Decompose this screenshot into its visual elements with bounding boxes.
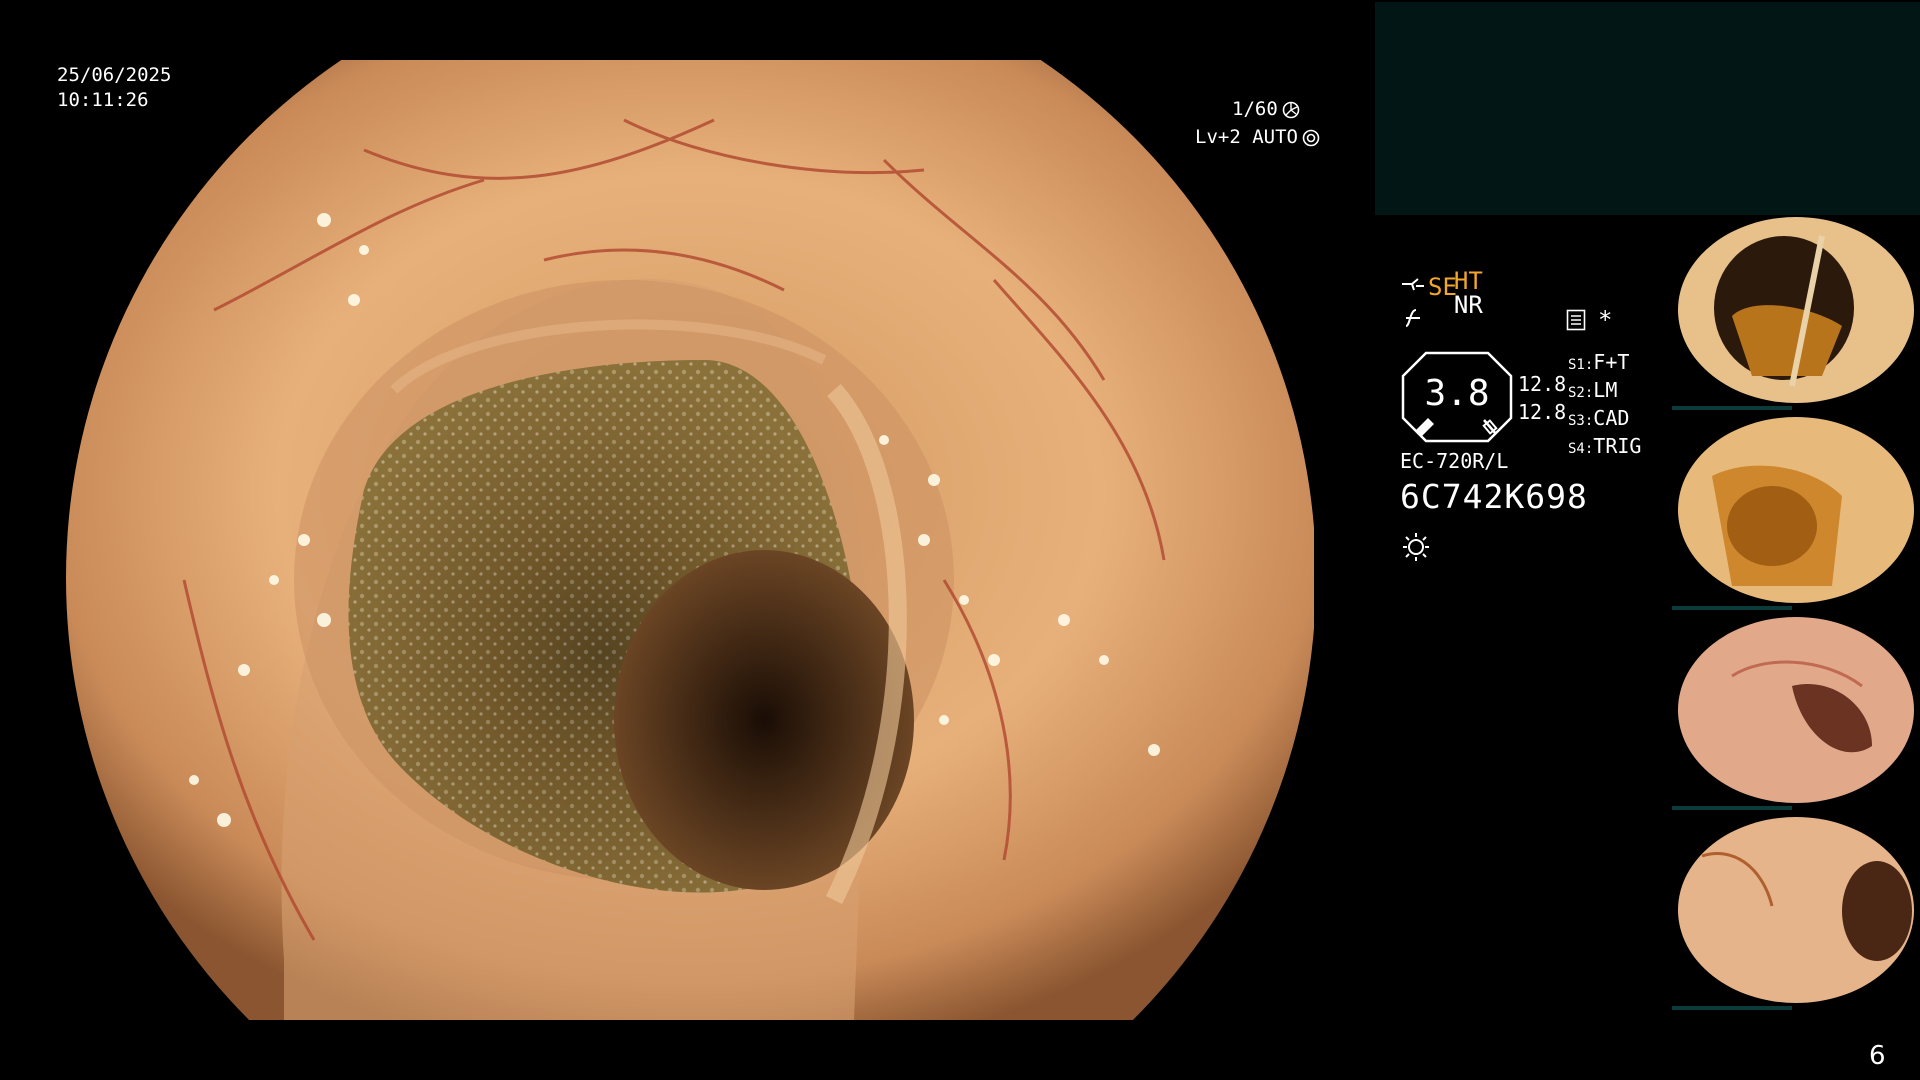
- thumbnail-2[interactable]: [1672, 416, 1920, 604]
- stat-1: 12.8: [1518, 372, 1567, 396]
- thumbnail-1-bar: [1672, 406, 1792, 410]
- thumbnail-image-1: [1672, 216, 1920, 404]
- thumbnail-image-2: [1672, 416, 1920, 604]
- switch-row-4: S4:TRIG: [1568, 434, 1642, 458]
- auto-icon: [1302, 129, 1320, 146]
- thumbnail-2-bar: [1672, 606, 1792, 610]
- shutter-indicator: 1/60: [1232, 100, 1300, 119]
- switch-list: S1:F+T S2:LM S3:CAD S4:TRIG: [1568, 350, 1641, 462]
- scope-se-icon: [1402, 278, 1424, 291]
- endoscopy-image: [66, 60, 1314, 1020]
- endoscope-main-view: [64, 60, 1314, 1020]
- thumbnail-4[interactable]: [1672, 816, 1920, 1004]
- switch-row-2: S2:LM: [1568, 378, 1618, 402]
- level-value: Lv+2 AUTO: [1195, 126, 1298, 148]
- gauge: 3.8: [1400, 350, 1514, 444]
- scope-serial: 6C742K698: [1400, 477, 1588, 516]
- light-icon: [1403, 533, 1429, 561]
- exam-time: 10:11:26: [57, 89, 149, 111]
- thumbnail-image-3: [1672, 616, 1920, 804]
- mode-se: SE: [1428, 273, 1457, 301]
- level-indicator: Lv+2 AUTO: [1195, 128, 1320, 147]
- thumbnail-3[interactable]: [1672, 616, 1920, 804]
- switch-row-3: S3:CAD: [1568, 406, 1630, 430]
- thumbnail-image-4: [1672, 816, 1920, 1004]
- switch-row-1: S1:F+T: [1568, 350, 1630, 374]
- thumbnail-1[interactable]: [1672, 216, 1920, 404]
- thumbnail-4-bar: [1672, 1006, 1792, 1010]
- thumbnail-3-bar: [1672, 806, 1792, 810]
- scope-model: EC-720R/L: [1400, 449, 1509, 473]
- mode-nr: NR: [1453, 291, 1483, 319]
- memo-icon: [1566, 309, 1586, 331]
- asterisk-mark: *: [1598, 306, 1613, 334]
- se-row: SE: [1400, 275, 1457, 299]
- stat-2: 12.8: [1518, 400, 1567, 424]
- shutter-icon: [1282, 101, 1300, 118]
- exam-date: 25/06/2025: [57, 64, 172, 86]
- gauge-value: 3.8: [1424, 373, 1490, 414]
- info-panel: [1375, 2, 1920, 215]
- page-number: 6: [1869, 1041, 1886, 1071]
- shutter-value: 1/60: [1232, 98, 1278, 120]
- freeze-icon: [1405, 309, 1420, 327]
